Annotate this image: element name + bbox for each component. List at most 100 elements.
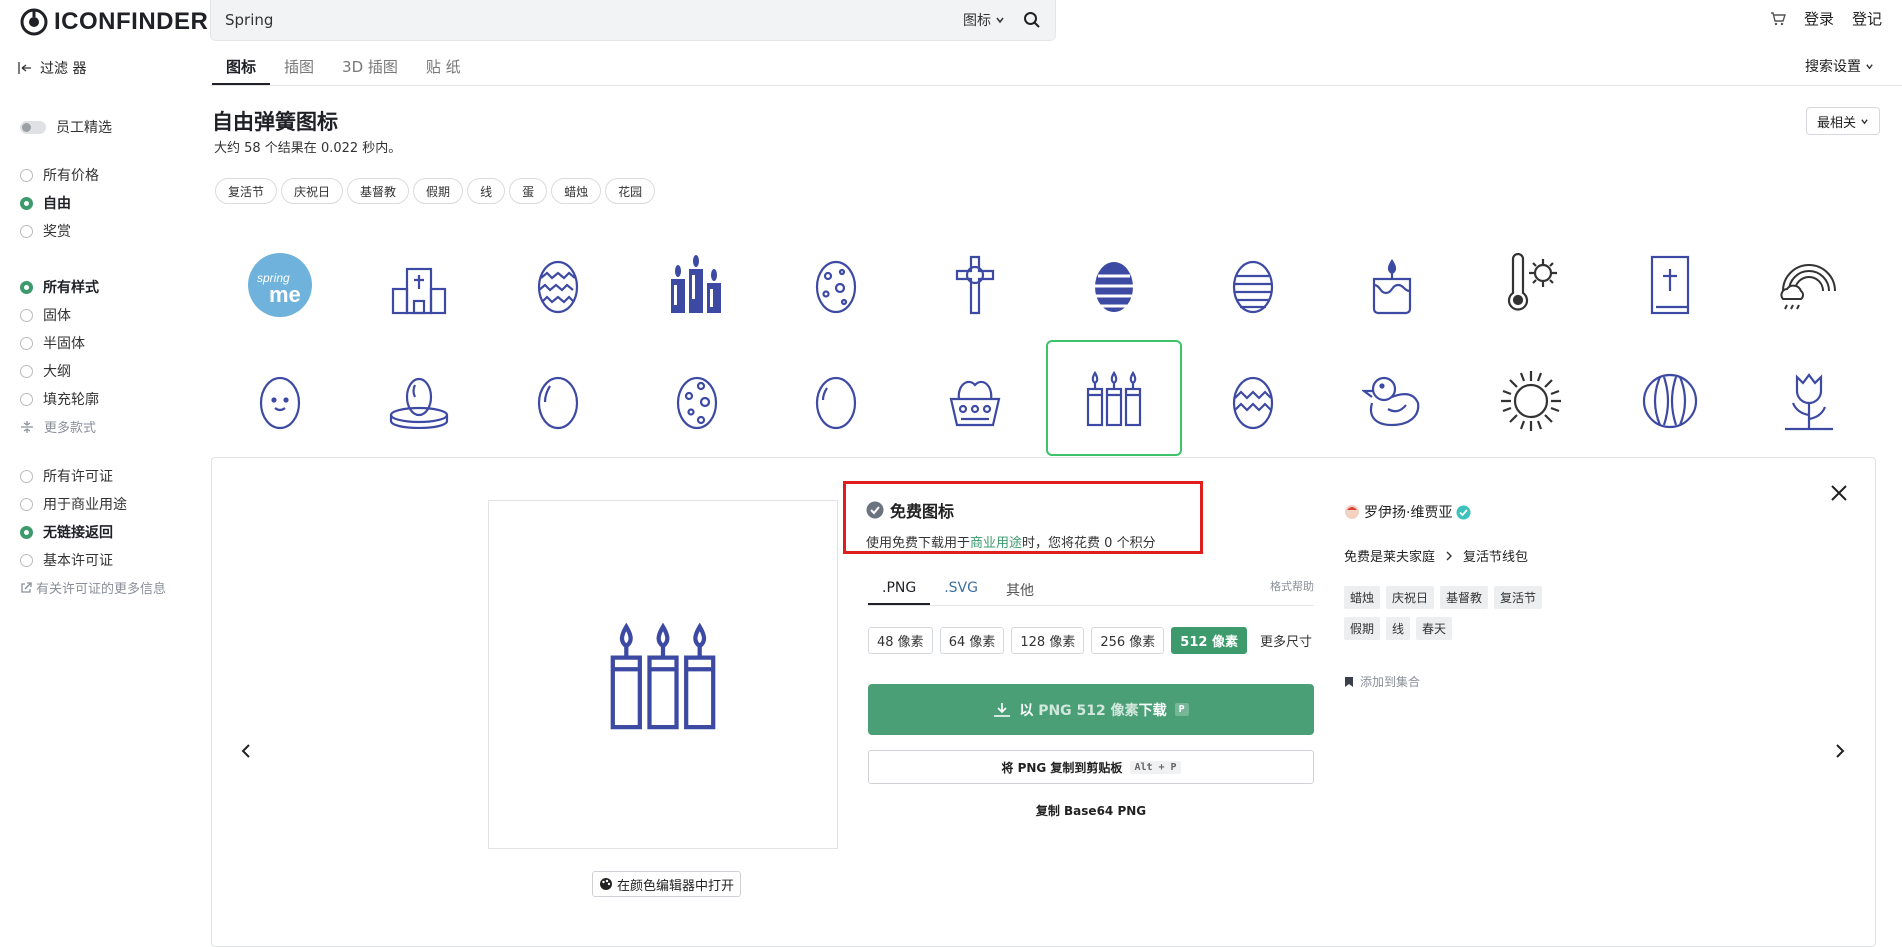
tab-png[interactable]: .PNG — [868, 574, 931, 605]
radio-button[interactable] — [20, 553, 33, 567]
previous-icon-button[interactable] — [240, 740, 252, 765]
icon-tag[interactable]: 春天 — [1416, 617, 1453, 640]
filter-license-all[interactable]: 所有许可证 — [20, 466, 113, 486]
filter-license-basic[interactable]: 基本许可证 — [20, 550, 113, 570]
icon-result[interactable] — [1463, 346, 1599, 456]
filter-style-semi-solid[interactable]: 半固体 — [20, 333, 85, 353]
staff-pick-toggle[interactable]: 员工精选 — [20, 117, 112, 137]
icon-result[interactable] — [351, 230, 487, 340]
icon-tag[interactable]: 线 — [1386, 617, 1411, 640]
icon-result[interactable]: spring me — [212, 230, 348, 340]
radio-button[interactable] — [20, 364, 33, 378]
size-option[interactable]: 256 像素 — [1091, 627, 1165, 654]
open-color-editor-button[interactable]: 在颜色编辑器中打开 — [592, 871, 742, 897]
tab-illustrations[interactable]: 插图 — [270, 48, 328, 85]
icon-result[interactable] — [490, 230, 626, 340]
radio-button[interactable] — [20, 525, 33, 539]
icon-result[interactable] — [1602, 346, 1738, 456]
icon-tag[interactable]: 基督教 — [1440, 586, 1489, 609]
tag-chip[interactable]: 花园 — [605, 178, 656, 204]
more-styles-link[interactable]: 更多款式 — [20, 417, 96, 436]
icon-result[interactable] — [1741, 230, 1877, 340]
download-button[interactable]: 以 PNG 512 像素下载 P — [868, 684, 1314, 735]
radio-button[interactable] — [20, 196, 33, 210]
search-icon[interactable] — [1023, 11, 1041, 29]
signup-link[interactable]: 登记 — [1852, 8, 1882, 29]
copy-base64-button[interactable]: 复制 Base64 PNG — [868, 802, 1314, 819]
radio-button[interactable] — [20, 336, 33, 350]
tab-3d-illustrations[interactable]: 3D 插图 — [328, 48, 412, 85]
icon-tag[interactable]: 庆祝日 — [1386, 586, 1435, 609]
size-option[interactable]: 48 像素 — [868, 627, 933, 654]
icon-result[interactable] — [1324, 346, 1460, 456]
cart-icon[interactable] — [1770, 11, 1786, 27]
icon-result[interactable] — [1602, 230, 1738, 340]
tag-chip[interactable]: 蜡烛 — [551, 178, 602, 204]
icon-tag[interactable]: 蜡烛 — [1344, 586, 1381, 609]
add-to-collection-button[interactable]: 添加到集合 — [1344, 673, 1420, 690]
family-label[interactable]: 免费是莱夫家庭 — [1344, 546, 1435, 565]
tab-stickers[interactable]: 贴 纸 — [412, 48, 475, 85]
icon-result[interactable] — [1046, 230, 1182, 340]
sort-select[interactable]: 最相关 — [1805, 107, 1880, 135]
icon-tag[interactable]: 假期 — [1344, 617, 1381, 640]
login-link[interactable]: 登录 — [1804, 8, 1834, 29]
icon-set-link[interactable]: 复活节线包 — [1463, 546, 1528, 565]
icon-result[interactable] — [1185, 346, 1321, 456]
radio-button[interactable] — [20, 280, 33, 294]
tag-chip[interactable]: 假期 — [413, 178, 464, 204]
filter-license-no-link[interactable]: 无链接返回 — [20, 522, 113, 542]
tag-chip[interactable]: 庆祝日 — [281, 178, 344, 204]
icon-result[interactable] — [907, 346, 1043, 456]
radio-button[interactable] — [20, 224, 33, 238]
toggle-switch[interactable] — [20, 120, 46, 134]
search-input[interactable]: Spring — [225, 11, 963, 29]
tag-chip[interactable]: 蛋 — [509, 178, 548, 204]
filter-style-all[interactable]: 所有样式 — [20, 277, 99, 297]
commercial-use-link[interactable]: 商业用途 — [970, 536, 1022, 551]
filter-style-outline[interactable]: 大纲 — [20, 361, 71, 381]
tag-chip[interactable]: 复活节 — [215, 178, 278, 204]
size-option[interactable]: 128 像素 — [1011, 627, 1085, 654]
radio-button[interactable] — [20, 469, 33, 483]
filter-price-all[interactable]: 所有价格 — [20, 165, 99, 185]
radio-button[interactable] — [20, 392, 33, 406]
tab-other[interactable]: 其他 — [992, 574, 1048, 605]
radio-button[interactable] — [20, 497, 33, 511]
license-info-link[interactable]: 有关许可证的更多信息 — [20, 578, 166, 597]
icon-result[interactable] — [1324, 230, 1460, 340]
icon-tag[interactable]: 复活节 — [1494, 586, 1543, 609]
tab-icons[interactable]: 图标 — [212, 48, 271, 85]
tag-chip[interactable]: 基督教 — [347, 178, 410, 204]
copy-to-clipboard-button[interactable]: 将 PNG 复制到剪贴板 Alt + P — [868, 750, 1314, 784]
filter-toggle[interactable]: 过滤 器 — [18, 58, 86, 78]
search-type-select[interactable]: 图标 — [963, 10, 1005, 30]
icon-result[interactable] — [629, 230, 765, 340]
more-sizes-link[interactable]: 更多尺寸 — [1260, 631, 1312, 650]
icon-result[interactable] — [768, 346, 904, 456]
size-option[interactable]: 64 像素 — [939, 627, 1005, 654]
icon-result[interactable] — [907, 230, 1043, 340]
tag-chip[interactable]: 线 — [467, 178, 506, 204]
filter-price-free[interactable]: 自由 — [20, 193, 71, 213]
search-settings-button[interactable]: 搜索设置 — [1805, 56, 1874, 76]
icon-result-selected[interactable] — [1046, 340, 1182, 456]
radio-button[interactable] — [20, 168, 33, 182]
icon-result[interactable] — [1741, 346, 1877, 456]
next-icon-button[interactable] — [1834, 740, 1846, 765]
icon-result[interactable] — [212, 346, 348, 456]
icon-result[interactable] — [351, 346, 487, 456]
icon-result[interactable] — [629, 346, 765, 456]
filter-price-premium[interactable]: 奖赏 — [20, 221, 71, 241]
icon-result[interactable] — [768, 230, 904, 340]
tab-svg[interactable]: .SVG — [930, 574, 992, 605]
logo[interactable]: ICONFINDER — [20, 4, 208, 40]
icon-result[interactable] — [1185, 230, 1321, 340]
format-help-link[interactable]: 格式帮助 — [1270, 574, 1314, 605]
author-row[interactable]: 罗伊扬·维贾亚 — [1344, 502, 1471, 522]
filter-style-solid[interactable]: 固体 — [20, 305, 71, 325]
radio-button[interactable] — [20, 308, 33, 322]
filter-style-filled-outline[interactable]: 填充轮廓 — [20, 389, 99, 409]
filter-license-commercial[interactable]: 用于商业用途 — [20, 494, 127, 514]
size-option-selected[interactable]: 512 像素 — [1171, 627, 1247, 654]
